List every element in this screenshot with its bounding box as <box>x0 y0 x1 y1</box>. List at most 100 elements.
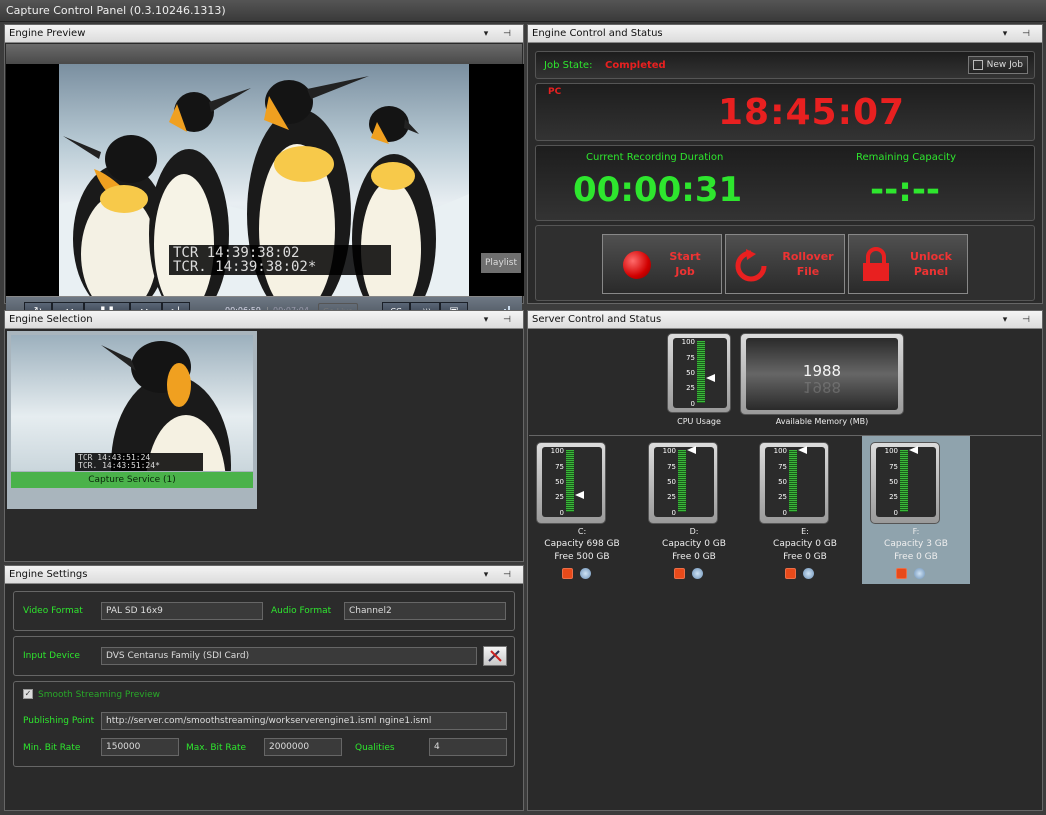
panel-title: Engine Selection <box>9 314 93 325</box>
gauge-scale: 100 75 50 25 0 <box>675 338 695 408</box>
drive-gauge: 100 75 50 25 0 <box>536 442 606 524</box>
playlist-tab[interactable]: Playlist <box>481 253 521 273</box>
window-title: Capture Control Panel (0.3.10246.1313) <box>0 0 1046 22</box>
engine-selection-panel: Engine Selection ▾ ⊣ TCR 14:43:51:24 TCR… <box>4 310 524 562</box>
record-icon <box>623 251 651 279</box>
panel-menu-pin-icon[interactable]: ▾ ⊣ <box>484 566 517 584</box>
drive-storage-icon[interactable] <box>914 568 925 579</box>
remaining-capacity-label: Remaining Capacity <box>856 152 956 163</box>
new-job-button[interactable]: New Job <box>968 56 1028 74</box>
recording-box: Current Recording Duration 00:00:31 Rema… <box>535 145 1035 221</box>
panel-title: Engine Settings <box>9 569 88 580</box>
drive-free: Free 0 GB <box>783 552 827 562</box>
rollover-icon <box>734 249 768 286</box>
drive-e[interactable]: 100 75 50 25 0 E: Capacity 0 GB Free 0 GB <box>751 436 859 584</box>
new-job-label: New Job <box>986 60 1023 70</box>
drive-delete-icon[interactable] <box>896 568 907 579</box>
scale-100: 100 <box>773 447 787 455</box>
input-device-field[interactable]: DVS Centarus Family (SDI Card) <box>101 647 477 665</box>
drive-delete-icon[interactable] <box>562 568 573 579</box>
drive-gauge-face: 100 75 50 25 0 <box>876 446 936 517</box>
audio-format-field[interactable]: Channel2 <box>344 602 506 620</box>
unlock-panel-label: Unlock Panel <box>910 250 952 278</box>
max-bit-rate-label: Max. Bit Rate <box>186 743 247 753</box>
scale-25: 25 <box>667 493 676 501</box>
drive-free: Free 0 GB <box>894 552 938 562</box>
drive-c[interactable]: 100 75 50 25 0 C: Capacity 698 GB Free 500 GB <box>528 436 636 584</box>
drive-delete-icon[interactable] <box>674 568 685 579</box>
drive-gauge-bar <box>678 450 686 512</box>
panel-menu-pin-icon[interactable]: ▾ ⊣ <box>484 311 517 329</box>
scale-75: 75 <box>667 463 676 471</box>
capture-service-tile[interactable]: TCR 14:43:51:24 TCR. 14:43:51:24* Captur… <box>7 331 257 509</box>
scale-75: 75 <box>686 354 695 362</box>
drive-gauge-marker <box>575 490 584 499</box>
drive-storage-icon[interactable] <box>803 568 814 579</box>
gauge-scale: 100 75 50 25 0 <box>767 447 787 517</box>
recording-duration: 00:00:31 <box>573 170 743 210</box>
panel-menu-pin-icon[interactable]: ▾ ⊣ <box>1003 311 1036 329</box>
panel-title: Engine Preview <box>9 28 86 39</box>
drive-d[interactable]: 100 75 50 25 0 D: Capacity 0 GB Free 0 GB <box>640 436 748 584</box>
drive-capacity: Capacity 0 GB <box>773 539 837 549</box>
panel-header: Server Control and Status ▾ ⊣ <box>528 311 1042 329</box>
panel-header: Engine Settings ▾ ⊣ <box>5 566 523 584</box>
drive-name: C: <box>577 527 587 536</box>
drive-gauge: 100 75 50 25 0 <box>648 442 718 524</box>
max-bit-rate-field[interactable]: 2000000 <box>264 738 342 756</box>
publishing-point-field[interactable]: http://server.com/smoothstreaming/workse… <box>101 712 507 730</box>
system-clock: 18:45:07 <box>718 92 906 133</box>
panel-title: Server Control and Status <box>532 314 662 325</box>
smooth-streaming-checkbox[interactable]: ✓ <box>23 689 33 699</box>
job-state-label: Job State: <box>544 60 593 71</box>
panel-header: Engine Preview ▾ ⊣ <box>5 25 523 43</box>
drive-f[interactable]: 100 75 50 25 0 F: Capacity 3 GB Free 0 GB <box>862 436 970 584</box>
audio-format-label: Audio Format <box>271 606 332 616</box>
timecode-line-2: TCR. 14:39:38:02* <box>173 259 317 275</box>
drive-gauge-bar <box>900 450 908 512</box>
video-format-field[interactable]: PAL SD 16x9 <box>101 602 263 620</box>
cpu-gauge-marker <box>706 374 715 383</box>
device-settings-button[interactable] <box>483 646 507 666</box>
panel-header: Engine Control and Status ▾ ⊣ <box>528 25 1042 43</box>
drive-free: Free 500 GB <box>554 552 610 562</box>
scale-75: 75 <box>889 463 898 471</box>
drive-gauge-marker <box>687 446 696 454</box>
rollover-file-button[interactable]: Rollover File <box>725 234 845 294</box>
scale-50: 50 <box>555 478 564 486</box>
min-bit-rate-field[interactable]: 150000 <box>101 738 179 756</box>
new-job-icon <box>973 60 983 70</box>
min-bit-rate-label: Min. Bit Rate <box>23 743 81 753</box>
qualities-field[interactable]: 4 <box>429 738 507 756</box>
drive-gauge-face: 100 75 50 25 0 <box>542 447 602 517</box>
input-device-group: Input Device DVS Centarus Family (SDI Ca… <box>13 636 515 676</box>
thumbnail-timecode: TCR 14:43:51:24 TCR. 14:43:51:24* <box>75 453 203 471</box>
unlock-panel-button[interactable]: Unlock Panel <box>848 234 968 294</box>
job-state-box: Job State: Completed New Job <box>535 51 1035 79</box>
drive-gauge-marker <box>909 446 918 454</box>
drive-gauge-bar <box>789 450 797 512</box>
scale-100: 100 <box>662 447 676 455</box>
scale-100: 100 <box>884 447 898 455</box>
video-toolbar <box>6 44 522 64</box>
capture-service-caption: Capture Service (1) <box>11 472 253 488</box>
start-job-button[interactable]: Start Job <box>602 234 722 294</box>
engine-preview-panel: Engine Preview ▾ ⊣ TCR 14:39:38:02 TCR. … <box>4 24 524 326</box>
scale-50: 50 <box>667 478 676 486</box>
video-preview[interactable]: TCR 14:39:38:02 TCR. 14:39:38:02* <box>6 64 524 296</box>
drive-gauge: 100 75 50 25 0 <box>870 442 940 524</box>
drive-storage-icon[interactable] <box>580 568 591 579</box>
memory-display-face: 1988 1988 <box>746 338 898 410</box>
thumbnail-timecode-2: TCR. 14:43:51:24* <box>78 461 160 470</box>
engine-settings-panel: Engine Settings ▾ ⊣ Video Format PAL SD … <box>4 565 524 811</box>
drive-gauge-face: 100 75 50 25 0 <box>765 446 825 517</box>
scale-0: 0 <box>559 509 564 517</box>
panel-menu-pin-icon[interactable]: ▾ ⊣ <box>484 25 517 43</box>
panel-menu-pin-icon[interactable]: ▾ ⊣ <box>1003 25 1036 43</box>
drive-storage-icon[interactable] <box>692 568 703 579</box>
scale-50: 50 <box>778 478 787 486</box>
drive-free: Free 0 GB <box>672 552 716 562</box>
drive-gauge-bar <box>566 450 574 512</box>
drive-delete-icon[interactable] <box>785 568 796 579</box>
recording-duration-label: Current Recording Duration <box>586 152 724 163</box>
